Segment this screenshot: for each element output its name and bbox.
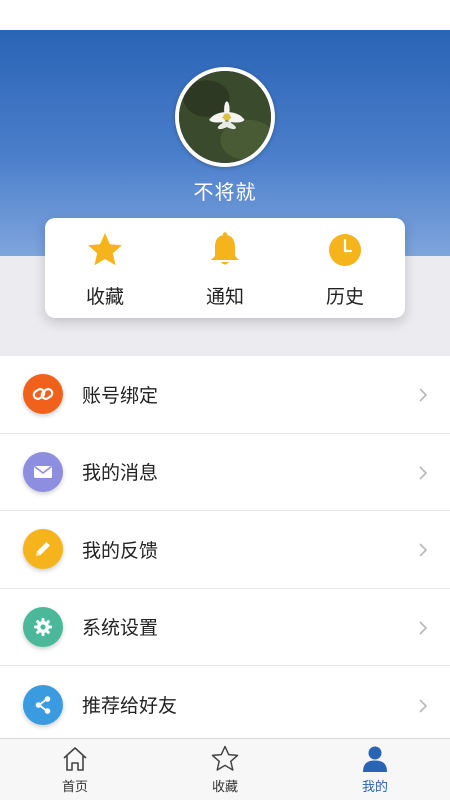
quick-action-label: 历史 [325, 286, 364, 308]
user-icon [360, 744, 390, 774]
quick-action-label: 通知 [205, 286, 244, 308]
menu-item-share-with-friends[interactable]: 推荐给好友 [0, 666, 450, 744]
menu-item-label: 推荐给好友 [82, 695, 178, 718]
quick-action-history[interactable]: 历史 [285, 218, 405, 318]
menu-item-my-messages[interactable]: 我的消息 [0, 434, 450, 511]
tab-label: 首页 [61, 780, 88, 795]
chevron-right-icon [418, 698, 428, 714]
chevron-right-icon [418, 620, 428, 636]
settings-menu: 账号绑定 我的消息 我的反馈 系统设置 推荐给好友 [0, 356, 450, 744]
tab-home[interactable]: 首页 [0, 739, 150, 800]
quick-actions-card: 收藏 通知 历史 [45, 218, 405, 318]
bell-icon [205, 230, 245, 270]
menu-item-label: 账号绑定 [82, 384, 159, 407]
menu-item-label: 我的消息 [82, 462, 159, 485]
chevron-right-icon [418, 465, 428, 481]
chevron-right-icon [418, 542, 428, 558]
clock-icon [325, 230, 365, 270]
quick-action-notifications[interactable]: 通知 [165, 218, 285, 318]
menu-item-label: 我的反馈 [82, 539, 159, 562]
menu-item-system-settings[interactable]: 系统设置 [0, 589, 450, 666]
tab-mine[interactable]: 我的 [300, 739, 450, 800]
menu-item-my-feedback[interactable]: 我的反馈 [0, 511, 450, 589]
menu-item-account-binding[interactable]: 账号绑定 [0, 356, 450, 434]
quick-action-label: 收藏 [85, 286, 124, 308]
tab-favorites[interactable]: 收藏 [150, 739, 300, 800]
tab-label: 收藏 [211, 780, 238, 795]
gear-icon [23, 606, 63, 647]
star-icon [85, 230, 125, 270]
avatar-image [179, 71, 271, 163]
username: 不将就 [193, 180, 257, 204]
pencil-icon [23, 529, 63, 570]
status-bar [0, 0, 450, 30]
home-icon [60, 744, 90, 774]
chevron-right-icon [418, 387, 428, 403]
share-icon [23, 684, 63, 725]
link-icon [23, 374, 63, 415]
star-outline-icon [210, 744, 240, 774]
bottom-tab-bar: 首页 收藏 我的 [0, 738, 450, 800]
tab-label: 我的 [361, 780, 388, 795]
quick-action-favorites[interactable]: 收藏 [45, 218, 165, 318]
avatar[interactable] [175, 67, 275, 167]
mail-icon [23, 451, 63, 492]
menu-item-label: 系统设置 [82, 617, 159, 640]
